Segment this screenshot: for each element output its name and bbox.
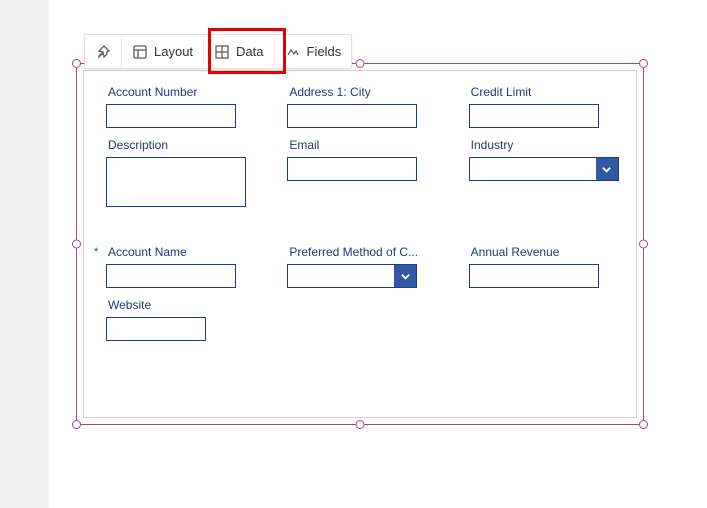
field-credit-limit[interactable]: Credit Limit [469, 85, 622, 128]
field-website[interactable]: Website [106, 298, 259, 341]
resize-handle-mid-right[interactable] [639, 240, 648, 249]
text-input[interactable] [287, 157, 417, 181]
field-preferred-method[interactable]: Preferred Method of C... [287, 245, 440, 288]
field-industry[interactable]: Industry [469, 138, 622, 207]
required-indicator: * [94, 246, 98, 258]
resize-handle-top-left[interactable] [72, 59, 81, 68]
field-label: Account Name [108, 245, 259, 259]
field-label: Description [108, 138, 259, 152]
grid-icon [214, 44, 230, 60]
select-input[interactable] [469, 157, 619, 181]
text-input[interactable] [106, 317, 206, 341]
chevron-down-icon [394, 265, 416, 287]
layout-button[interactable]: Layout [122, 35, 204, 68]
resize-handle-bottom-right[interactable] [639, 420, 648, 429]
field-account-name[interactable]: * Account Name [106, 245, 259, 288]
text-input[interactable] [469, 264, 599, 288]
field-account-number[interactable]: Account Number [106, 85, 259, 128]
field-label: Industry [471, 138, 622, 152]
text-input[interactable] [287, 104, 417, 128]
select-input[interactable] [287, 264, 417, 288]
form-card: Account Number Address 1: City Credit Li… [83, 70, 637, 418]
layout-icon [132, 44, 148, 60]
text-input[interactable] [106, 104, 236, 128]
text-input[interactable] [469, 104, 599, 128]
field-label: Credit Limit [471, 85, 622, 99]
data-label: Data [236, 44, 263, 59]
pin-icon [95, 44, 111, 60]
resize-handle-bottom-mid[interactable] [356, 420, 365, 429]
resize-handle-mid-left[interactable] [72, 240, 81, 249]
field-label: Website [108, 298, 259, 312]
form-grid: Account Number Address 1: City Credit Li… [106, 85, 622, 341]
data-button[interactable]: Data [204, 35, 274, 68]
layout-label: Layout [154, 44, 193, 59]
fields-icon [285, 44, 301, 60]
form-card-selection[interactable]: Account Number Address 1: City Credit Li… [76, 63, 644, 425]
fields-label: Fields [307, 44, 342, 59]
resize-handle-top-right[interactable] [639, 59, 648, 68]
resize-handle-bottom-left[interactable] [72, 420, 81, 429]
field-address1-city[interactable]: Address 1: City [287, 85, 440, 128]
field-description[interactable]: Description [106, 138, 259, 207]
pin-button[interactable] [85, 35, 122, 68]
resize-handle-top-mid[interactable] [356, 59, 365, 68]
field-label: Email [289, 138, 440, 152]
text-input[interactable] [106, 264, 236, 288]
fields-button[interactable]: Fields [275, 35, 352, 68]
chevron-down-icon [596, 158, 618, 180]
field-label: Annual Revenue [471, 245, 622, 259]
field-label: Account Number [108, 85, 259, 99]
group-gap [106, 217, 622, 235]
field-label: Preferred Method of C... [289, 245, 440, 259]
floating-toolbar: Layout Data Fields [84, 34, 352, 69]
field-annual-revenue[interactable]: Annual Revenue [469, 245, 622, 288]
textarea-input[interactable] [106, 157, 246, 207]
field-email[interactable]: Email [287, 138, 440, 207]
field-label: Address 1: City [289, 85, 440, 99]
